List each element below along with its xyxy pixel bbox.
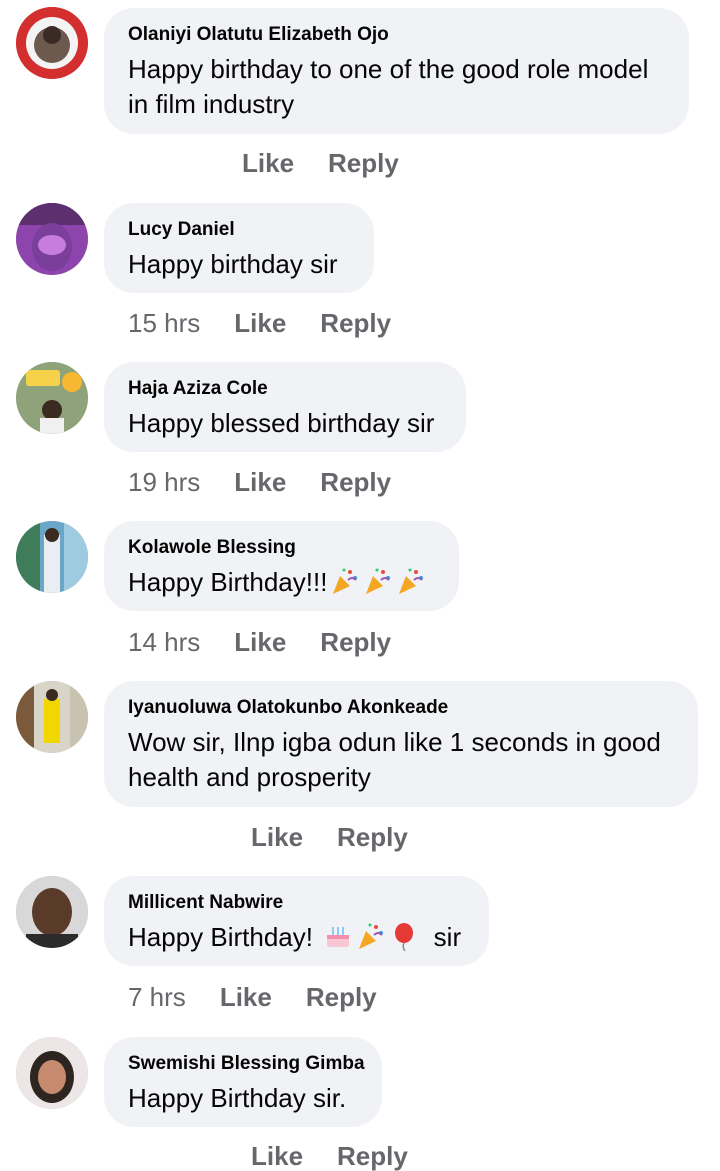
party-popper-icon	[359, 923, 384, 949]
comment-actions: Like Reply	[251, 822, 408, 852]
avatar-image	[16, 1037, 88, 1109]
balloon-icon	[395, 923, 414, 951]
reply-button[interactable]: Reply	[320, 308, 391, 338]
comment-text: Happy blessed birthday sir	[128, 408, 435, 438]
timestamp[interactable]: 15 hrs	[128, 308, 200, 338]
like-button[interactable]: Like	[234, 627, 286, 657]
timestamp[interactable]: 7 hrs	[128, 982, 186, 1012]
comment-bubble: Haja Aziza Cole Happy blessed birthday s…	[104, 362, 466, 452]
party-popper-icon	[333, 568, 358, 594]
comment-suffix: sir	[433, 922, 462, 952]
comment-bubble: Millicent Nabwire Happy Birthday! sir	[104, 876, 489, 966]
author-name[interactable]: Swemishi Blessing Gimba	[128, 1052, 365, 1076]
comment-line: health and prosperity	[128, 762, 371, 792]
reply-button[interactable]: Reply	[337, 822, 408, 852]
reply-button[interactable]: Reply	[320, 627, 391, 657]
avatar[interactable]	[16, 1037, 88, 1109]
birthday-cake-icon	[327, 927, 350, 947]
like-button[interactable]: Like	[220, 982, 272, 1012]
comment-actions: Like Reply	[242, 148, 399, 178]
comment-line: Happy birthday to one of the good role m…	[128, 54, 649, 84]
timestamp[interactable]: 14 hrs	[128, 627, 200, 657]
comment-line: Happy Birthday!!!	[128, 567, 328, 597]
author-name[interactable]: Lucy Daniel	[128, 218, 350, 242]
comment-text: Happy birthday sir	[128, 249, 338, 279]
comment-line: Happy Birthday!	[128, 922, 313, 952]
comment-text: Wow sir, Ilnp igba odun like 1 seconds i…	[128, 725, 674, 795]
reply-button[interactable]: Reply	[337, 1141, 408, 1171]
party-popper-icon	[399, 568, 424, 594]
comment-line: in film industry	[128, 89, 295, 119]
comment-bubble: Swemishi Blessing Gimba Happy Birthday s…	[104, 1037, 382, 1127]
comment-line: Wow sir, Ilnp igba odun like 1 seconds i…	[128, 727, 661, 757]
comment-text: Happy Birthday! sir	[128, 920, 465, 955]
comment-text: Happy Birthday sir.	[128, 1083, 347, 1113]
avatar[interactable]	[16, 362, 88, 434]
comment-text: Happy birthday to one of the good role m…	[128, 52, 665, 122]
comment-actions: 7 hrs Like Reply	[128, 982, 377, 1012]
avatar-image	[16, 203, 88, 275]
reply-button[interactable]: Reply	[320, 467, 391, 497]
like-button[interactable]: Like	[251, 822, 303, 852]
author-name[interactable]: Kolawole Blessing	[128, 536, 435, 560]
comment-actions: 15 hrs Like Reply	[128, 308, 391, 338]
avatar-image	[16, 362, 88, 434]
avatar-image	[16, 521, 88, 593]
reply-button[interactable]: Reply	[306, 982, 377, 1012]
author-name[interactable]: Olaniyi Olatutu Elizabeth Ojo	[128, 23, 665, 47]
avatar[interactable]	[16, 876, 88, 948]
avatar-image	[16, 876, 88, 948]
comment-actions: 14 hrs Like Reply	[128, 627, 391, 657]
comment-bubble: Lucy Daniel Happy birthday sir	[104, 203, 374, 293]
author-name[interactable]: Iyanuoluwa Olatokunbo Akonkeade	[128, 696, 674, 720]
like-button[interactable]: Like	[251, 1141, 303, 1171]
avatar[interactable]	[16, 203, 88, 275]
comment-actions: 19 hrs Like Reply	[128, 467, 391, 497]
like-button[interactable]: Like	[234, 308, 286, 338]
like-button[interactable]: Like	[234, 467, 286, 497]
comment-actions: Like Reply	[251, 1141, 408, 1171]
avatar[interactable]	[16, 681, 88, 753]
author-name[interactable]: Haja Aziza Cole	[128, 377, 442, 401]
comment-bubble: Iyanuoluwa Olatokunbo Akonkeade Wow sir,…	[104, 681, 698, 807]
avatar[interactable]	[16, 521, 88, 593]
party-popper-icon	[366, 568, 391, 594]
comment-bubble: Olaniyi Olatutu Elizabeth Ojo Happy birt…	[104, 8, 689, 134]
reply-button[interactable]: Reply	[328, 148, 399, 178]
author-name[interactable]: Millicent Nabwire	[128, 891, 465, 915]
like-button[interactable]: Like	[242, 148, 294, 178]
avatar-image	[16, 7, 88, 79]
timestamp[interactable]: 19 hrs	[128, 467, 200, 497]
comment-bubble: Kolawole Blessing Happy Birthday!!!	[104, 521, 459, 611]
avatar-image	[16, 681, 88, 753]
avatar[interactable]	[16, 7, 88, 79]
comment-text: Happy Birthday!!!	[128, 565, 435, 600]
